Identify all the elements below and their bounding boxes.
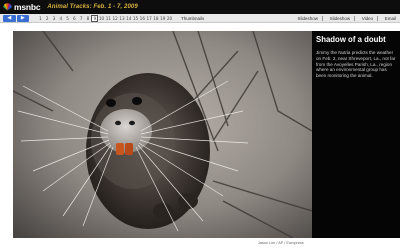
page-number[interactable]: 5: [64, 14, 71, 23]
header-bar: msnbc Animal Tracks: Feb. 1 - 7, 2009: [0, 0, 400, 14]
main-photo[interactable]: [13, 31, 312, 238]
divider: [322, 16, 323, 21]
divider: [377, 16, 378, 21]
caption-body: Jimmy the Nutria predicts the weather on…: [316, 50, 396, 79]
page-number[interactable]: 3: [51, 14, 58, 23]
page-number[interactable]: 8: [85, 14, 92, 23]
page-number[interactable]: 1: [37, 14, 44, 23]
msnbc-logo[interactable]: msnbc: [0, 0, 41, 14]
gallery-title: Animal Tracks: Feb. 1 - 7, 2009: [47, 4, 138, 10]
nav-link[interactable]: Video: [362, 16, 373, 21]
thumbnails-link[interactable]: Thumbnails: [181, 14, 204, 23]
nutria-photo: [13, 31, 312, 238]
page-numbers: 1 2 3 4 5 6 7 8 9 10 11 12 13 14 15 16 17 18 19 20: [37, 14, 173, 23]
page-number[interactable]: 6: [71, 14, 78, 23]
page-number[interactable]: 17: [146, 14, 153, 23]
caption-title: Shadow of a doubt: [316, 35, 386, 44]
page-number[interactable]: 16: [139, 14, 146, 23]
page-number[interactable]: 18: [153, 14, 160, 23]
page-number[interactable]: 19: [159, 14, 166, 23]
page-number[interactable]: 15: [132, 14, 139, 23]
divider: [354, 16, 355, 21]
caption-panel: Shadow of a doubt Jimmy the Nutria predi…: [312, 31, 400, 238]
page-number[interactable]: 14: [125, 14, 132, 23]
page-number[interactable]: 2: [44, 14, 51, 23]
next-button[interactable]: ▶: [16, 15, 29, 22]
page-number[interactable]: 13: [119, 14, 126, 23]
photo-credit: Jason Lim / AP / Europress: [258, 241, 304, 245]
brand-name: msnbc: [14, 2, 41, 12]
page-number[interactable]: 4: [57, 14, 64, 23]
previous-button[interactable]: ◀: [3, 15, 16, 22]
page-number[interactable]: 20: [166, 14, 173, 23]
peacock-icon: [3, 3, 12, 11]
nav-link[interactable]: Slideshow: [297, 16, 318, 21]
nav-link[interactable]: Slideshow: [330, 16, 351, 21]
page-number[interactable]: 12: [112, 14, 119, 23]
page-number[interactable]: 9: [91, 15, 99, 22]
nav-link[interactable]: Email: [385, 16, 396, 21]
gallery-links: Slideshow Slideshow Video Email: [297, 14, 396, 23]
page-number[interactable]: 10: [98, 14, 105, 23]
page-number[interactable]: 7: [78, 14, 85, 23]
gallery-navigation: ◀ ▶ 1 2 3 4 5 6 7 8 9 10 11 12 13 14 15 16 17 18 19 20 Thum…: [0, 14, 400, 23]
page-number[interactable]: 11: [105, 14, 112, 23]
arrow-controls: ◀ ▶: [3, 15, 29, 22]
